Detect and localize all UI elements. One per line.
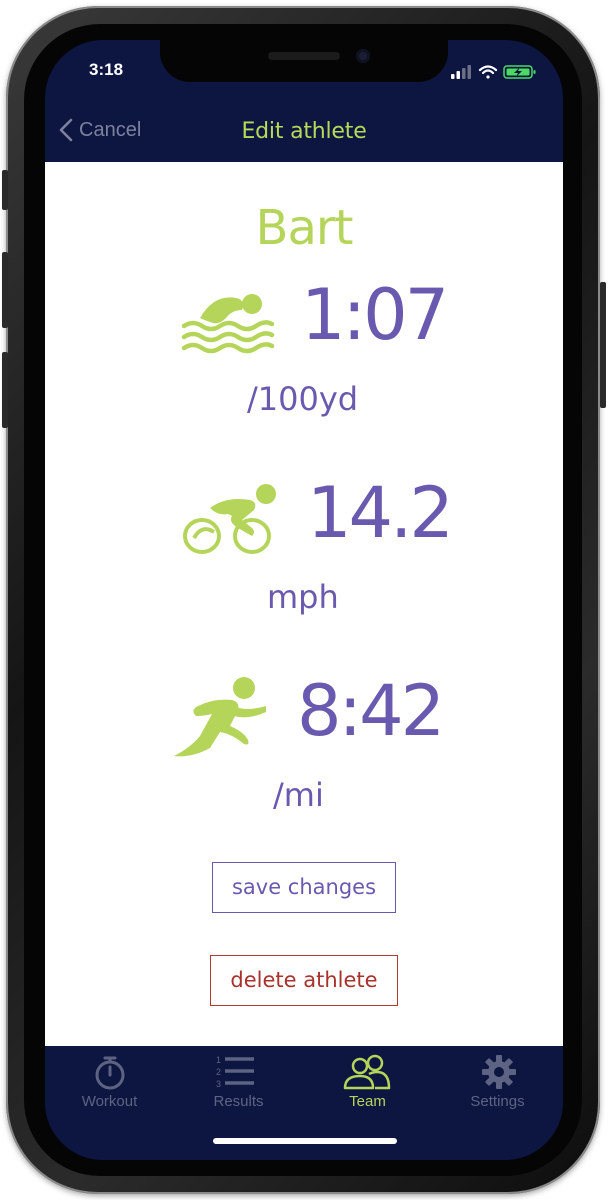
swim-pace-unit: /100yd bbox=[247, 380, 359, 418]
swim-pace-value[interactable]: 1:07 bbox=[301, 274, 449, 356]
silent-switch bbox=[2, 170, 8, 210]
delete-athlete-button[interactable]: delete athlete bbox=[210, 955, 398, 1006]
status-bar-icons bbox=[451, 65, 536, 79]
earpiece-speaker bbox=[268, 52, 340, 60]
run-pace-unit: /mi bbox=[273, 776, 324, 814]
battery-charging-icon bbox=[503, 65, 536, 79]
tab-team[interactable]: Team bbox=[303, 1046, 432, 1116]
tab-team-label: Team bbox=[349, 1093, 386, 1110]
gear-icon bbox=[482, 1055, 516, 1089]
svg-text:2: 2 bbox=[216, 1067, 221, 1077]
cellular-signal-icon bbox=[451, 65, 471, 79]
navigation-bar: Cancel Edit athlete bbox=[45, 102, 563, 162]
run-pace-value[interactable]: 8:42 bbox=[297, 670, 445, 752]
swimmer-icon bbox=[181, 294, 275, 354]
team-icon bbox=[343, 1054, 391, 1090]
athlete-name[interactable]: Bart bbox=[45, 200, 563, 256]
tab-bar: Workout 123 Results Team Settings bbox=[45, 1046, 563, 1160]
status-icons bbox=[451, 64, 541, 79]
bike-speed-unit: mph bbox=[267, 578, 339, 616]
home-indicator[interactable] bbox=[213, 1138, 397, 1144]
power-button bbox=[600, 282, 606, 408]
athlete-editor: Bart 1:07 /100yd 14.2 mph 8:42 /mi save … bbox=[45, 162, 563, 1046]
runner-icon bbox=[174, 677, 266, 757]
tab-settings[interactable]: Settings bbox=[433, 1046, 562, 1116]
bike-speed-value[interactable]: 14.2 bbox=[307, 472, 454, 554]
tab-workout[interactable]: Workout bbox=[45, 1046, 174, 1116]
front-camera bbox=[356, 49, 370, 63]
numbered-list-icon: 1 2 3 bbox=[216, 1055, 254, 1089]
volume-down-button bbox=[2, 352, 8, 428]
tab-settings-label: Settings bbox=[470, 1093, 525, 1110]
status-time: 3:18 bbox=[89, 60, 124, 79]
svg-text:1: 1 bbox=[216, 1055, 221, 1065]
svg-text:3: 3 bbox=[216, 1079, 221, 1089]
tab-workout-label: Workout bbox=[81, 1093, 138, 1110]
volume-up-button bbox=[2, 252, 8, 328]
notch bbox=[160, 40, 448, 82]
wifi-icon bbox=[478, 65, 498, 79]
tab-results-label: Results bbox=[213, 1093, 264, 1110]
page-title: Edit athlete bbox=[241, 119, 367, 144]
cyclist-icon bbox=[183, 484, 276, 554]
stopwatch-icon bbox=[95, 1056, 125, 1090]
app-screen: 3:18 Cancel Edit athlete Bart 1:07 /100y… bbox=[45, 40, 563, 1160]
save-changes-button[interactable]: save changes bbox=[212, 862, 396, 913]
tab-results[interactable]: 1 2 3 Results bbox=[174, 1046, 303, 1116]
